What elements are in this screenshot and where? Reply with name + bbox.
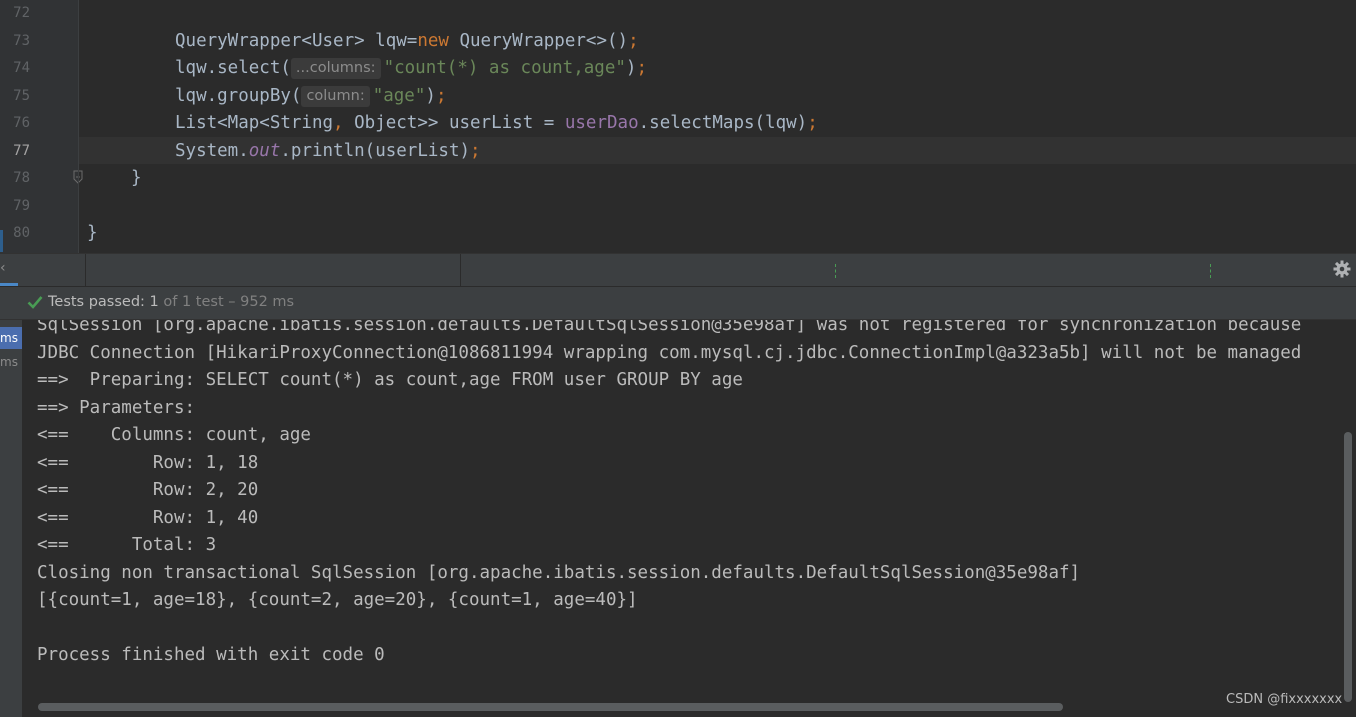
test-tree-item[interactable]: ms: [0, 351, 22, 373]
console-line: ==> Preparing: SELECT count(*) as count,…: [37, 370, 743, 390]
console-line: JDBC Connection [HikariProxyConnection@1…: [37, 342, 1302, 363]
line-number-gutter: 72 73 74 75 76 77 78 79 80: [0, 0, 78, 253]
console-line: Closing non transactional SqlSession [or…: [37, 562, 1081, 583]
check-icon: [27, 296, 43, 309]
run-tool-window-header: ‹: [0, 253, 1356, 287]
parameter-hint: column:: [301, 85, 370, 107]
pane-divider[interactable]: [85, 254, 86, 287]
active-tab-indicator: [0, 283, 18, 286]
console-line: <== Columns: count, age: [37, 425, 311, 445]
console-line: ==> Parameters:: [37, 397, 206, 418]
console-output[interactable]: SqlSession [org.apache.ibatis.session.de…: [22, 320, 1356, 717]
test-status-text: Tests passed: 1 of 1 test – 952 ms: [48, 294, 295, 310]
watermark: CSDN @fixxxxxxx: [1226, 692, 1343, 707]
test-tree-item[interactable]: ms: [0, 327, 22, 349]
console-line: <== Row: 1, 18: [37, 452, 259, 473]
timeline-marker: [1210, 264, 1212, 278]
code-line-80: }: [87, 223, 98, 243]
line-number: 72: [13, 5, 30, 21]
line-number: 73: [13, 32, 30, 49]
code-line-75: lqw.groupBy(column: "age");: [175, 85, 447, 107]
test-tree-panel[interactable]: ms ms: [0, 320, 22, 717]
code-line-76: List<Map<String, Object>> userList = use…: [175, 113, 818, 133]
code-line-73: QueryWrapper<User> lqw=new QueryWrapper<…: [175, 30, 639, 51]
gear-icon[interactable]: [1333, 260, 1351, 278]
line-number: 79: [13, 197, 30, 214]
timeline-marker: [835, 264, 837, 278]
line-number: 80: [13, 225, 30, 241]
parameter-hint: ...columns:: [290, 58, 381, 79]
collapse-icon[interactable]: ‹: [0, 260, 6, 276]
caret-marker: [0, 230, 3, 252]
current-line-number: 77: [13, 142, 30, 159]
code-line-78: }: [131, 168, 142, 188]
line-number: 76: [13, 115, 30, 131]
code-editor[interactable]: 72 73 74 75 76 77 78 79 80 QueryWrapper<…: [0, 0, 1356, 253]
console-line: SqlSession [org.apache.ibatis.session.de…: [37, 320, 1302, 335]
pane-divider[interactable]: [460, 254, 461, 287]
console-line: <== Total: 3: [37, 535, 217, 555]
line-number: 75: [13, 87, 30, 104]
console-line: Process finished with exit code 0: [37, 645, 385, 665]
line-number: 78: [13, 170, 30, 186]
console-line: <== Row: 1, 40: [37, 507, 259, 528]
gutter-divider: [78, 0, 79, 253]
code-line-74: lqw.select(...columns: "count(*) as count…: [175, 58, 647, 79]
line-number: 74: [13, 60, 30, 76]
horizontal-scrollbar[interactable]: [38, 703, 1063, 711]
console-line: [{count=1, age=18}, {count=2, age=20}, {…: [37, 590, 638, 610]
code-line-77: System.out.println(userList);: [175, 140, 481, 161]
vertical-scrollbar[interactable]: [1344, 432, 1352, 702]
console-line: <== Row: 2, 20: [37, 480, 259, 500]
test-status-bar: Tests passed: 1 of 1 test – 952 ms: [0, 287, 1356, 320]
